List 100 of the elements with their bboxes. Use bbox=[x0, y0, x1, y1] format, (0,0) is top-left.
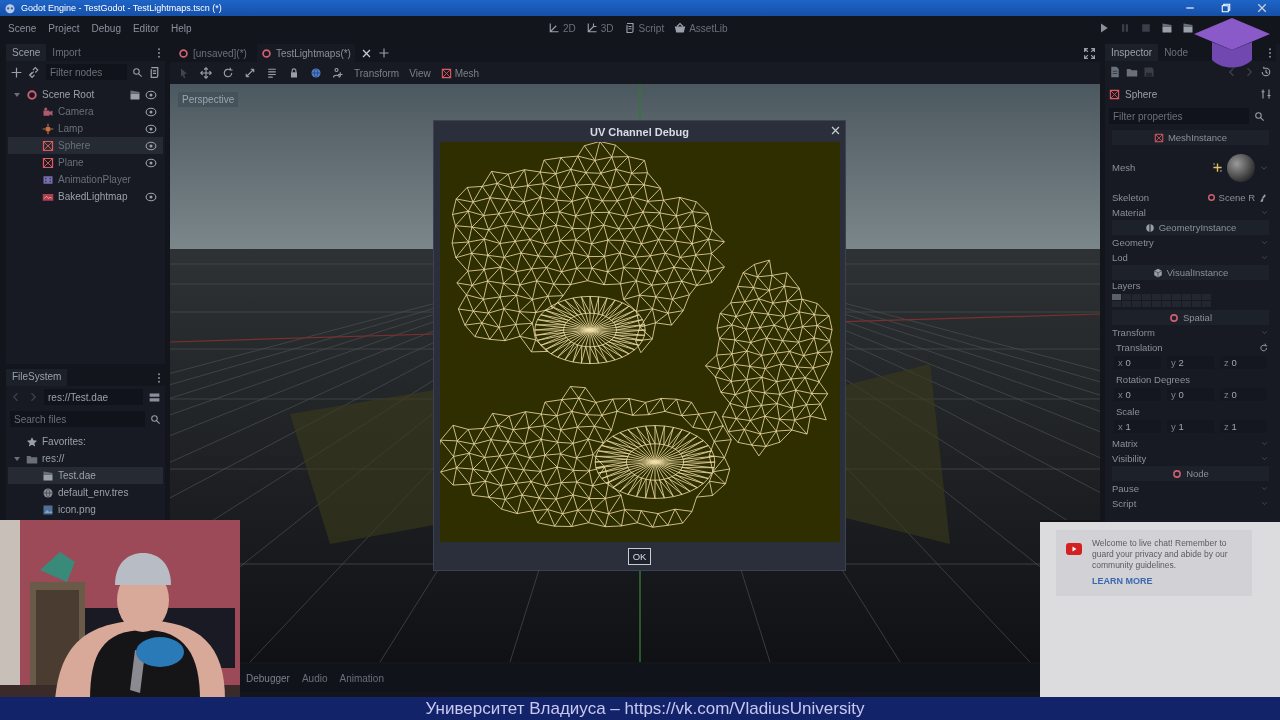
group-icon[interactable] bbox=[332, 67, 344, 79]
workspace-button[interactable]: 3D bbox=[585, 22, 614, 34]
panel-tab[interactable]: Audio bbox=[301, 672, 328, 684]
close-icon[interactable] bbox=[830, 125, 841, 136]
group-label[interactable]: Script bbox=[1112, 498, 1137, 509]
menu-item[interactable]: Help bbox=[171, 22, 192, 34]
brush-icon[interactable] bbox=[1259, 192, 1269, 203]
tab[interactable]: Inspector bbox=[1105, 44, 1159, 61]
history-icon[interactable] bbox=[1260, 66, 1272, 78]
tree-item[interactable]: default_env.tres bbox=[8, 484, 163, 501]
tab[interactable]: Import bbox=[46, 44, 87, 61]
play-icon[interactable] bbox=[1098, 22, 1110, 34]
fullscreen-icon[interactable] bbox=[1083, 46, 1096, 60]
clapperboard-icon[interactable] bbox=[1161, 22, 1173, 34]
number-field[interactable]: z 0 bbox=[1220, 388, 1267, 401]
editor-tab[interactable]: [unsaved](*) bbox=[174, 44, 251, 62]
restore-icon[interactable] bbox=[1220, 2, 1232, 14]
tree-item[interactable]: Scene Root bbox=[8, 86, 163, 103]
globe-icon[interactable] bbox=[310, 67, 322, 79]
group-label[interactable]: Transform bbox=[1112, 327, 1155, 338]
revert-icon[interactable] bbox=[1259, 342, 1269, 353]
group-label[interactable]: Lod bbox=[1112, 252, 1128, 263]
scale-icon[interactable] bbox=[244, 67, 256, 79]
menu-button[interactable]: View bbox=[409, 67, 431, 79]
tab[interactable]: Scene bbox=[6, 44, 47, 61]
menu-item[interactable]: Project bbox=[48, 22, 80, 34]
number-field[interactable]: y 0 bbox=[1167, 388, 1214, 401]
search-icon[interactable] bbox=[132, 66, 143, 78]
group-label[interactable]: Pause bbox=[1112, 483, 1139, 494]
number-field[interactable]: y 1 bbox=[1167, 420, 1214, 433]
workspace-button[interactable]: AssetLib bbox=[674, 22, 728, 34]
learn-more-link[interactable]: LEARN MORE bbox=[1092, 576, 1244, 586]
tree-item[interactable]: Favorites: bbox=[8, 433, 163, 450]
number-field[interactable]: z 0 bbox=[1220, 356, 1267, 369]
eye-icon[interactable] bbox=[145, 88, 157, 101]
eye-icon[interactable] bbox=[145, 122, 157, 135]
split-view-icon[interactable] bbox=[148, 390, 161, 404]
menu-item[interactable]: Editor bbox=[132, 22, 160, 34]
sparkle-icon[interactable] bbox=[1212, 162, 1223, 173]
layer-toggle[interactable] bbox=[1112, 294, 1121, 300]
plus-icon[interactable] bbox=[10, 65, 23, 79]
menu-button[interactable]: Transform bbox=[354, 67, 400, 79]
layer-toggle[interactable] bbox=[1112, 301, 1121, 307]
eye-icon[interactable] bbox=[145, 105, 157, 118]
plus-icon[interactable] bbox=[377, 47, 390, 59]
panel-tab[interactable]: Animation bbox=[339, 672, 384, 684]
tree-item[interactable]: Lamp bbox=[8, 120, 163, 137]
tree-item[interactable]: Camera bbox=[8, 103, 163, 120]
tree-item[interactable]: BakedLightmap bbox=[8, 188, 163, 205]
menu-item[interactable]: Scene bbox=[8, 22, 37, 34]
layer-toggle[interactable] bbox=[1122, 294, 1131, 300]
menu-button[interactable]: Mesh bbox=[440, 67, 480, 79]
list-icon[interactable] bbox=[266, 67, 278, 79]
menu-item[interactable]: Debug bbox=[91, 22, 121, 34]
tree-item[interactable]: icon.png bbox=[8, 501, 163, 518]
search-field[interactable]: Search files bbox=[10, 411, 145, 427]
search-icon[interactable] bbox=[1254, 110, 1265, 122]
mesh-preview[interactable] bbox=[1227, 153, 1255, 182]
script-icon[interactable] bbox=[148, 65, 161, 79]
mesh-icon bbox=[440, 67, 452, 79]
group-label[interactable]: Geometry bbox=[1112, 237, 1154, 248]
clapperboard-icon[interactable] bbox=[129, 88, 141, 101]
ok-button[interactable]: OK bbox=[627, 547, 652, 565]
panel-tab[interactable]: Debugger bbox=[246, 672, 290, 684]
close-icon[interactable] bbox=[360, 47, 372, 59]
number-field[interactable]: x 0 bbox=[1114, 356, 1161, 369]
group-label[interactable]: Matrix bbox=[1112, 438, 1138, 449]
layer-toggle[interactable] bbox=[1122, 301, 1131, 307]
filter-field[interactable]: Filter nodes bbox=[46, 64, 127, 80]
new-file-icon[interactable] bbox=[1109, 66, 1121, 78]
eye-icon[interactable] bbox=[145, 139, 157, 152]
path-field[interactable]: res://Test.dae bbox=[44, 389, 143, 405]
editor-tab[interactable]: TestLightmaps(*) bbox=[256, 44, 355, 62]
clapperboard-icon[interactable] bbox=[1182, 22, 1194, 34]
move-icon[interactable] bbox=[200, 67, 212, 79]
number-field[interactable]: y 2 bbox=[1167, 356, 1214, 369]
rotate-icon[interactable] bbox=[222, 67, 234, 79]
node-path-button[interactable]: Scene R bbox=[1206, 192, 1255, 203]
workspace-button[interactable]: 2D bbox=[548, 22, 576, 34]
eye-icon[interactable] bbox=[145, 156, 157, 169]
workspace-button[interactable]: Script bbox=[623, 22, 665, 34]
search-icon[interactable] bbox=[150, 413, 161, 425]
tree-item[interactable]: res:// bbox=[8, 450, 163, 467]
tree-item[interactable]: Plane bbox=[8, 154, 163, 171]
eye-icon[interactable] bbox=[145, 190, 157, 203]
lock-icon[interactable] bbox=[288, 67, 300, 79]
tree-item[interactable]: AnimationPlayer bbox=[8, 171, 163, 188]
tools-icon[interactable] bbox=[1260, 88, 1272, 100]
number-field[interactable]: x 0 bbox=[1114, 388, 1161, 401]
folder-icon[interactable] bbox=[1126, 66, 1138, 78]
group-label[interactable]: Material bbox=[1112, 207, 1146, 218]
number-field[interactable]: z 1 bbox=[1220, 420, 1267, 433]
number-field[interactable]: x 1 bbox=[1114, 420, 1161, 433]
tree-item[interactable]: Test.dae bbox=[8, 467, 163, 484]
link-icon[interactable] bbox=[28, 65, 41, 79]
group-label[interactable]: Visibility bbox=[1112, 453, 1147, 464]
tab[interactable]: Node bbox=[1158, 44, 1195, 61]
tree-item[interactable]: Sphere bbox=[8, 137, 163, 154]
filter-field[interactable]: Filter properties bbox=[1109, 108, 1249, 124]
view-label[interactable]: Perspective bbox=[178, 92, 239, 107]
